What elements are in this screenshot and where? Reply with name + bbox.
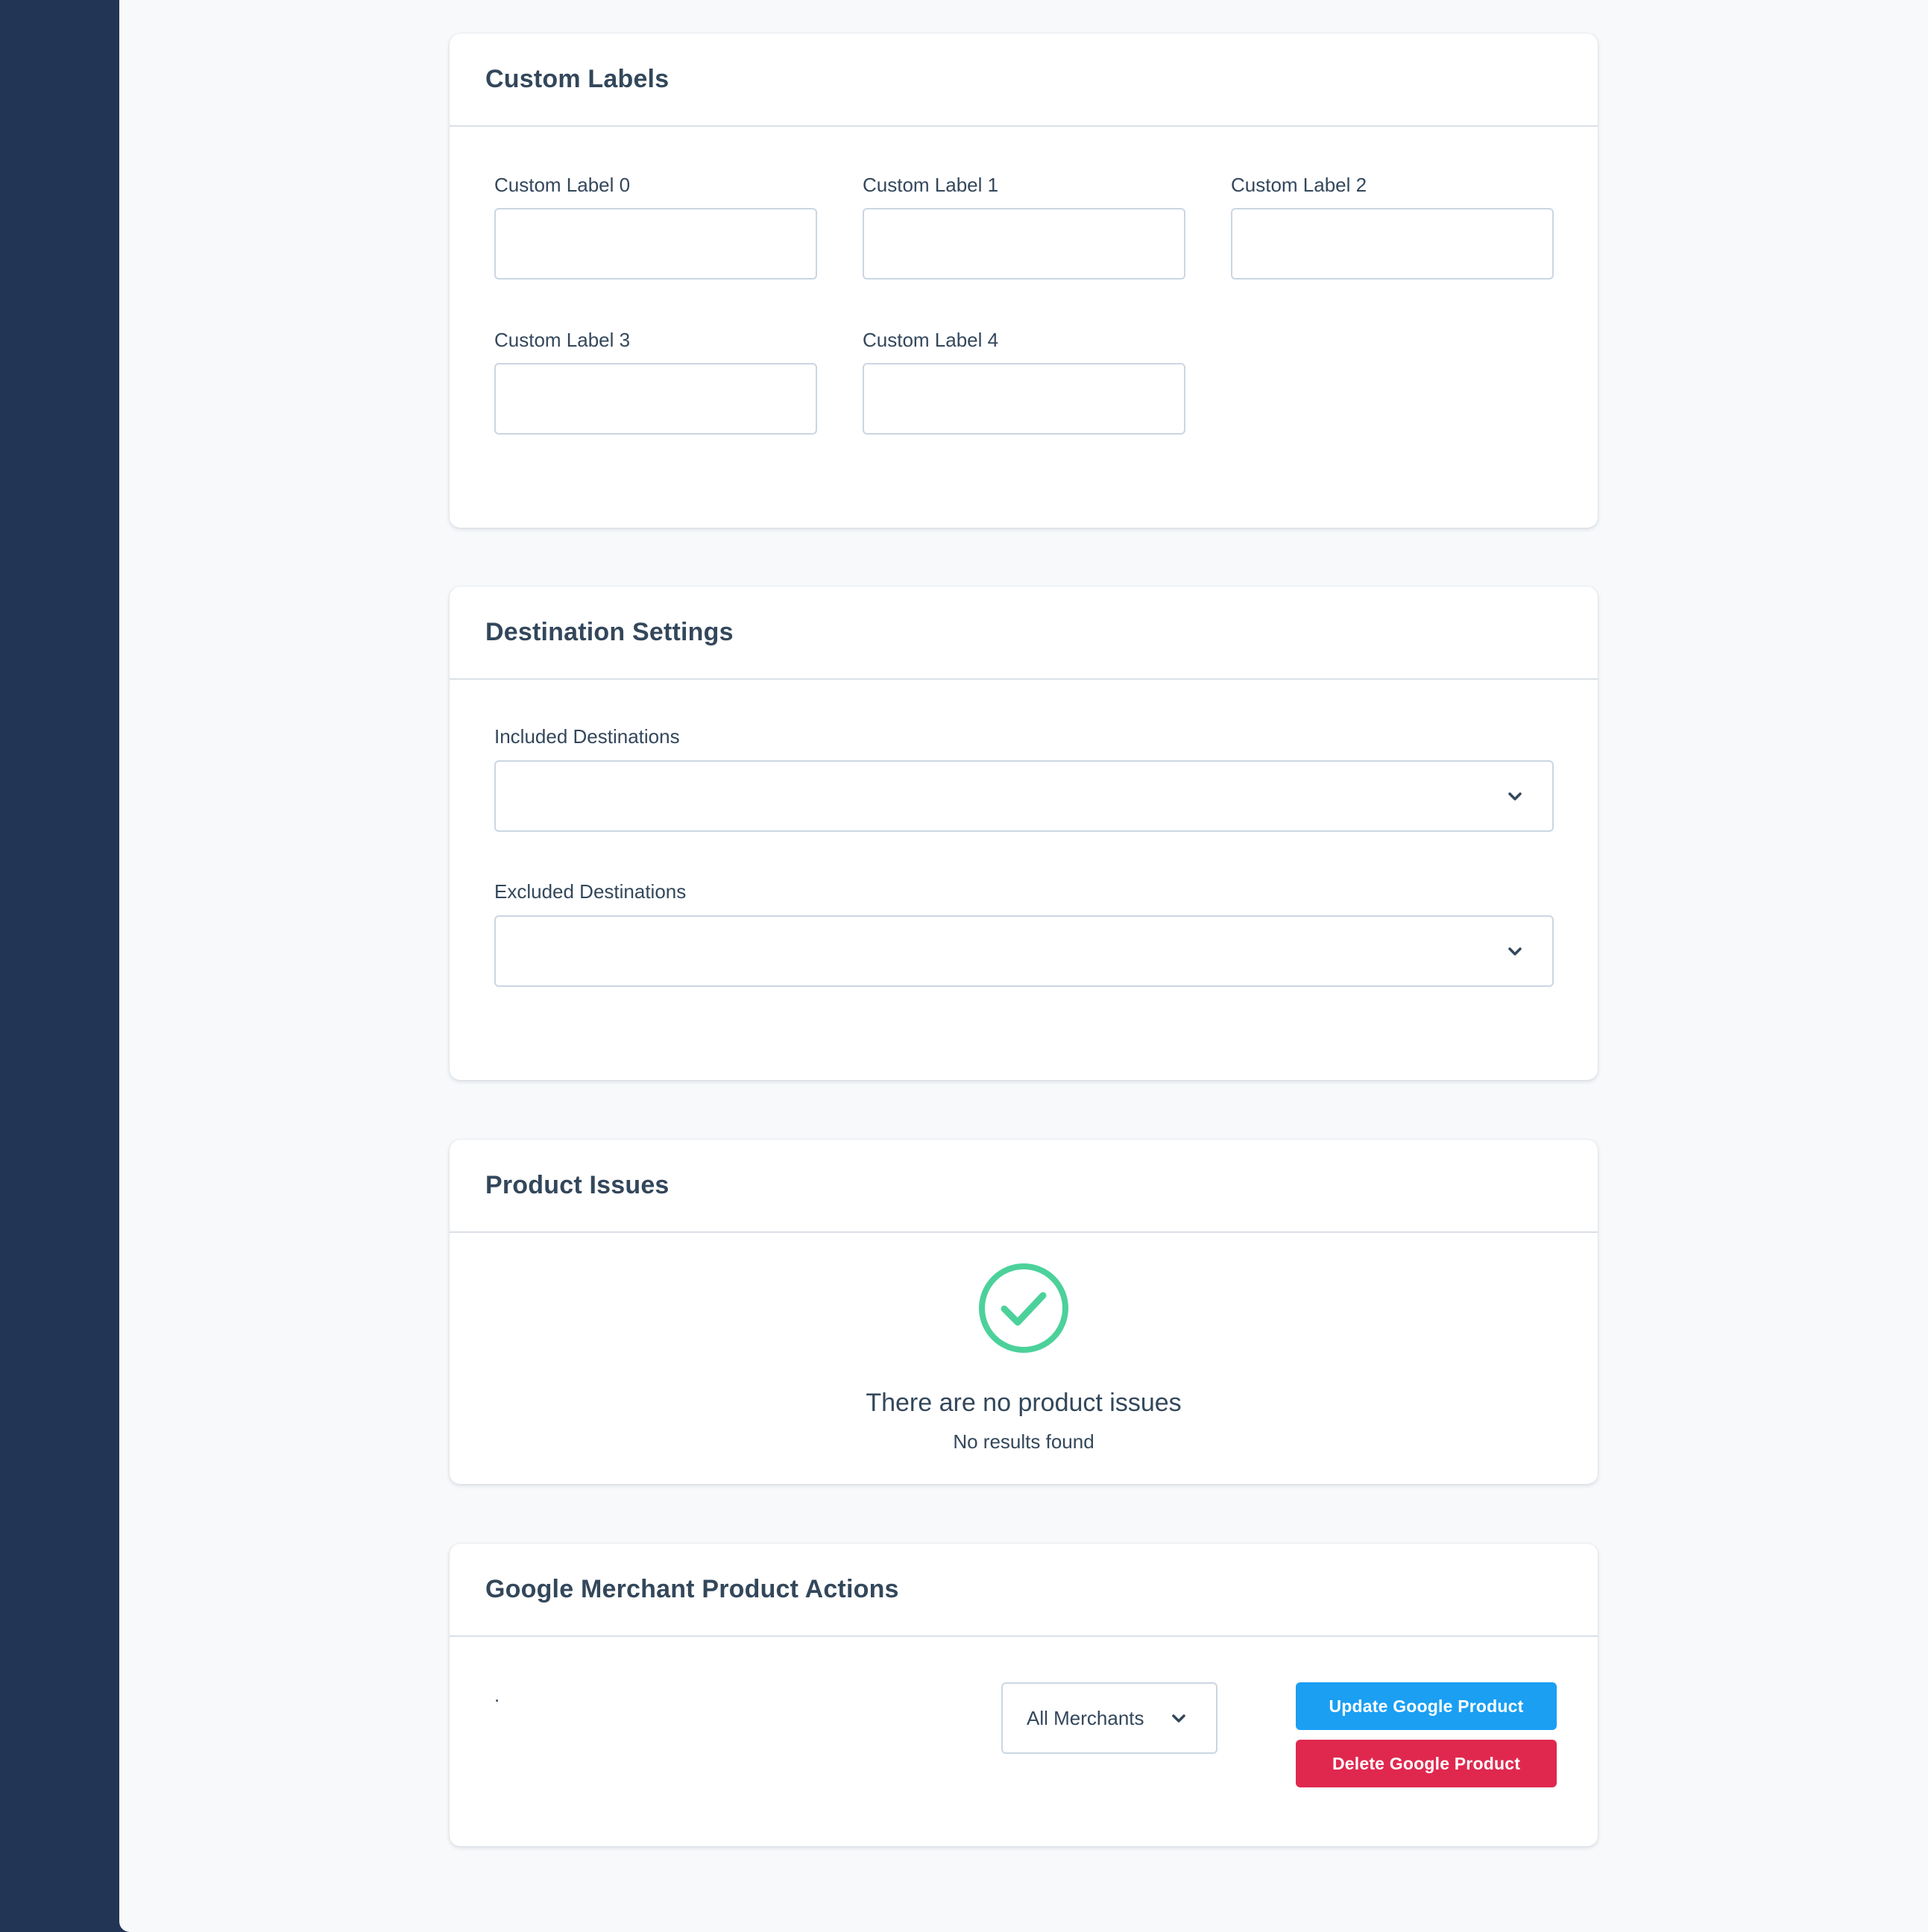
included-destinations-label: Included Destinations xyxy=(494,725,680,748)
chevron-down-icon xyxy=(1508,947,1522,956)
custom-label-0-label: Custom Label 0 xyxy=(494,174,631,196)
custom-label-0-input[interactable] xyxy=(494,208,817,280)
custom-label-2-input[interactable] xyxy=(1231,208,1554,280)
excluded-destinations-select[interactable] xyxy=(494,915,1554,987)
chevron-down-icon xyxy=(1172,1714,1185,1723)
main-content: Custom Labels Custom Label 0 Custom Labe… xyxy=(119,0,1928,1932)
chevron-down-icon xyxy=(1508,792,1522,801)
destination-settings-title: Destination Settings xyxy=(485,618,734,646)
included-destinations-select[interactable] xyxy=(494,760,1554,832)
no-issues-title: There are no product issues xyxy=(866,1389,1182,1417)
product-issues-card: Product Issues There are no product issu… xyxy=(450,1140,1598,1484)
merchant-select[interactable]: All Merchants xyxy=(1001,1682,1217,1754)
check-circle-icon xyxy=(979,1263,1068,1353)
custom-label-3-input[interactable] xyxy=(494,363,817,435)
sidebar xyxy=(0,0,119,1932)
custom-label-4-input[interactable] xyxy=(863,363,1185,435)
merchant-actions-card: Google Merchant Product Actions . All Me… xyxy=(450,1544,1598,1846)
custom-labels-header: Custom Labels xyxy=(450,34,1598,127)
merchant-actions-note: . xyxy=(494,1684,500,1706)
custom-labels-card: Custom Labels Custom Label 0 Custom Labe… xyxy=(450,34,1598,528)
excluded-destinations-label: Excluded Destinations xyxy=(494,880,687,903)
merchant-actions-header: Google Merchant Product Actions xyxy=(450,1544,1598,1637)
custom-label-2-label: Custom Label 2 xyxy=(1231,174,1367,196)
merchant-select-value: All Merchants xyxy=(1027,1707,1144,1729)
product-issues-title: Product Issues xyxy=(485,1171,670,1199)
custom-label-1-input[interactable] xyxy=(863,208,1185,280)
update-google-product-button[interactable]: Update Google Product xyxy=(1296,1682,1557,1730)
no-results-text: No results found xyxy=(953,1430,1094,1453)
destination-settings-header: Destination Settings xyxy=(450,587,1598,680)
destination-settings-card: Destination Settings Included Destinatio… xyxy=(450,587,1598,1080)
merchant-actions-title: Google Merchant Product Actions xyxy=(485,1575,899,1603)
product-issues-header: Product Issues xyxy=(450,1140,1598,1233)
custom-label-3-label: Custom Label 3 xyxy=(494,329,631,351)
delete-google-product-button[interactable]: Delete Google Product xyxy=(1296,1740,1557,1787)
custom-label-1-label: Custom Label 1 xyxy=(863,174,999,196)
custom-labels-title: Custom Labels xyxy=(485,65,670,93)
custom-label-4-label: Custom Label 4 xyxy=(863,329,999,351)
